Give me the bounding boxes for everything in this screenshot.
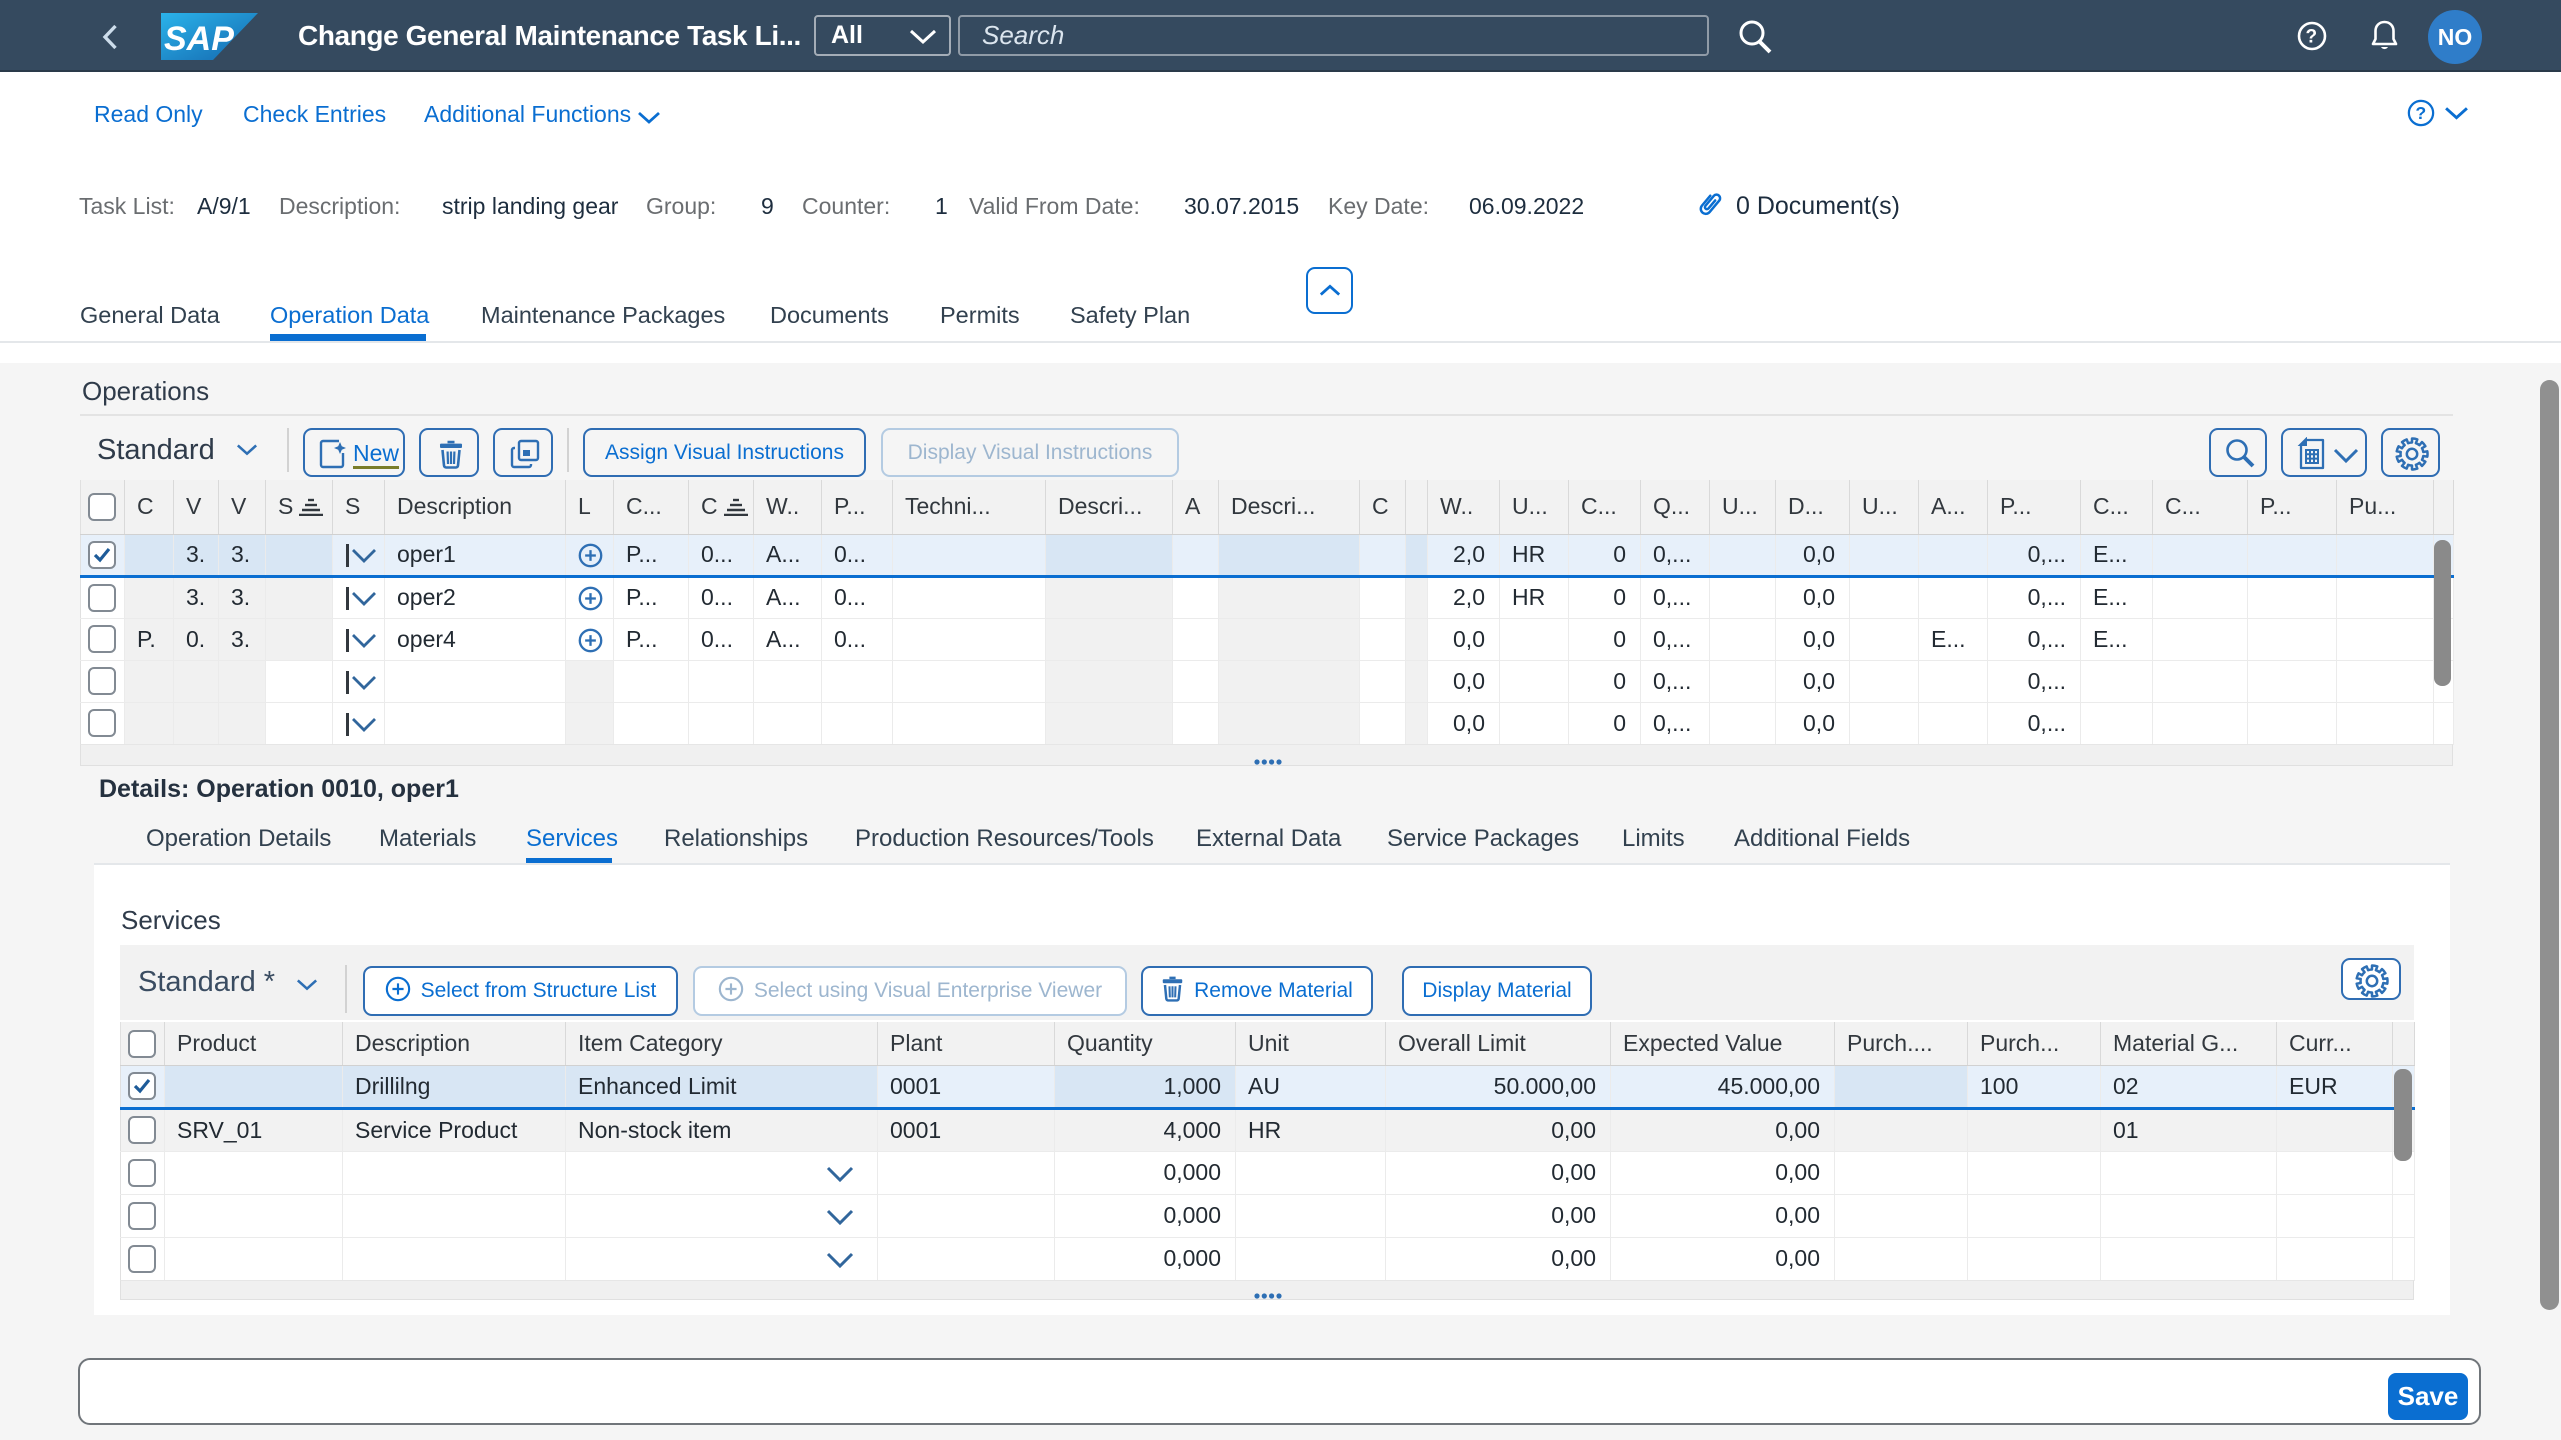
svg-text:SAP: SAP <box>164 20 234 58</box>
svg-text:?: ? <box>2306 27 2318 48</box>
svg-text:?: ? <box>2415 103 2426 123</box>
